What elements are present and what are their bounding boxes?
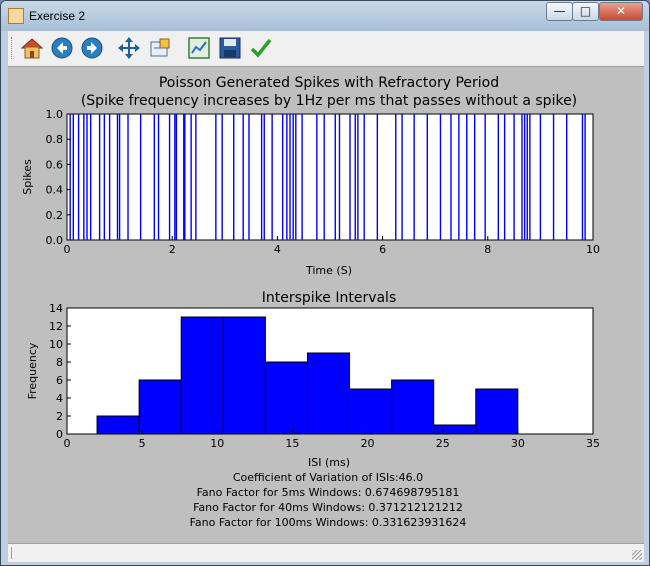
isi-x-label: ISI (ms) [308, 456, 350, 469]
x-tick-label: 5 [139, 437, 146, 450]
y-tick-label: 8 [56, 356, 63, 369]
y-tick-label: 12 [49, 320, 63, 333]
cv-text: Coefficient of Variation of ISIs:46.0 [233, 471, 423, 484]
back-arrow-icon[interactable] [50, 36, 74, 60]
toolbar-grip[interactable] [11, 37, 15, 59]
histogram-bar [96, 415, 140, 435]
save-icon[interactable] [218, 36, 242, 60]
x-tick-label: 30 [511, 437, 525, 450]
y-tick-label: 4 [56, 392, 63, 405]
histogram-bar [306, 352, 351, 435]
fano-100ms-text: Fano Factor for 100ms Windows: 0.3316239… [190, 516, 467, 529]
y-tick-label: 0.6 [46, 158, 64, 171]
resize-grip[interactable] [632, 550, 642, 560]
app-icon [8, 8, 24, 24]
client-area: Poisson Generated Spikes with Refractory… [8, 31, 644, 562]
minimize-button[interactable]: — [546, 2, 573, 21]
y-tick-label: 0.4 [46, 184, 64, 197]
x-tick-label: 8 [484, 243, 491, 256]
histogram-bar [475, 388, 519, 435]
status-bar [8, 543, 644, 562]
spike-chart-subtitle: (Spike frequency increases by 1Hz per ms… [81, 93, 577, 109]
isi-chart-title: Interspike Intervals [262, 290, 397, 306]
edit-icon[interactable] [249, 36, 273, 60]
y-tick-label: 0.8 [46, 133, 64, 146]
x-tick-label: 25 [436, 437, 450, 450]
x-tick-label: 2 [169, 243, 176, 256]
y-tick-label: 0.0 [46, 234, 64, 247]
navigation-toolbar [8, 31, 644, 67]
close-button[interactable]: ✕ [599, 2, 643, 21]
x-tick-label: 0 [64, 243, 71, 256]
histogram-bar [391, 379, 435, 435]
y-tick-label: 10 [49, 338, 63, 351]
figure-canvas: Poisson Generated Spikes with Refractory… [8, 67, 644, 543]
x-tick-label: 10 [210, 437, 224, 450]
spike-y-label: Spikes [21, 159, 34, 195]
y-tick-label: 0.2 [46, 209, 64, 222]
configure-subplots-icon[interactable] [187, 36, 211, 60]
status-message [11, 547, 15, 559]
app-window: Exercise 2 — □ ✕ Poisson Generated Spike… [0, 0, 650, 566]
isi-y-label: Frequency [26, 342, 39, 399]
histogram-bar [349, 388, 393, 435]
x-tick-label: 10 [586, 243, 600, 256]
home-icon[interactable] [20, 36, 44, 60]
pan-icon[interactable] [117, 36, 141, 60]
x-tick-label: 6 [379, 243, 386, 256]
title-bar[interactable]: Exercise 2 — □ ✕ [1, 1, 649, 31]
maximize-button[interactable]: □ [572, 2, 599, 21]
spike-chart-title: Poisson Generated Spikes with Refractory… [159, 75, 499, 91]
figure-svg: Poisson Generated Spikes with Refractory… [21, 75, 600, 529]
y-tick-label: 1.0 [46, 108, 64, 121]
fano-5ms-text: Fano Factor for 5ms Windows: 0.674698795… [197, 486, 460, 499]
histogram-bar [138, 379, 182, 435]
spike-x-label: Time (S) [305, 264, 352, 277]
histogram-bar [264, 361, 308, 435]
histogram-bar [222, 316, 266, 435]
y-tick-label: 6 [56, 374, 63, 387]
histogram-bar [180, 316, 224, 435]
forward-arrow-icon[interactable] [80, 36, 104, 60]
histogram-bar [433, 424, 477, 435]
x-tick-label: 15 [285, 437, 299, 450]
x-tick-label: 35 [586, 437, 600, 450]
y-tick-label: 14 [49, 302, 63, 315]
x-tick-label: 20 [361, 437, 375, 450]
fano-40ms-text: Fano Factor for 40ms Windows: 0.37121212… [193, 501, 463, 514]
y-tick-label: 2 [56, 410, 63, 423]
window-title: Exercise 2 [29, 9, 86, 23]
x-tick-label: 0 [64, 437, 71, 450]
y-tick-label: 0 [56, 428, 63, 441]
x-tick-label: 4 [274, 243, 281, 256]
zoom-icon[interactable] [148, 36, 172, 60]
